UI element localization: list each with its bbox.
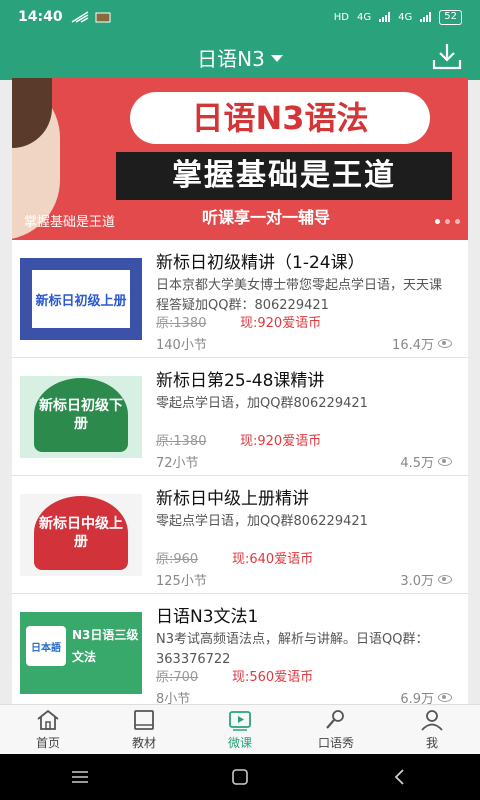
thumb-text: N3日语三级 文法: [72, 628, 139, 664]
course-list: 新标日初级上册 新标日初级精讲（1-24课） 日本京都大学美女博士带您零起点学日…: [12, 240, 468, 704]
view-count: 3.0万: [400, 570, 452, 589]
eye-icon: [438, 457, 452, 466]
course-title: 新标日中级上册精讲: [156, 489, 309, 509]
book-icon: [134, 710, 154, 730]
hd-indicator: HD: [333, 11, 350, 23]
course-desc: 零起点学日语，加QQ群806229421: [156, 514, 368, 529]
course-title: 新标日初级精讲（1-24课）: [156, 253, 365, 273]
view-count-text: 16.4万: [392, 338, 434, 353]
course-thumbnail: 新标日中级上册: [20, 494, 142, 576]
banner-title: 日语N3语法: [130, 92, 430, 144]
eye-icon: [438, 693, 452, 702]
download-icon[interactable]: [430, 40, 464, 74]
level-selector[interactable]: 日语N3: [197, 43, 283, 72]
app-notification-icon: [95, 12, 111, 23]
network-type-2: 4G: [398, 11, 413, 23]
current-price: 现:920爱语币: [240, 316, 322, 331]
current-price: 现:560爱语币: [232, 670, 314, 685]
course-thumbnail: 日本語 N3日语三级 文法: [20, 612, 142, 694]
course-item-1[interactable]: 新标日初级上册 新标日初级精讲（1-24课） 日本京都大学美女博士带您零起点学日…: [12, 240, 468, 358]
app-header: 日语N3: [0, 34, 480, 80]
status-time: 14:40: [18, 9, 63, 25]
network-type-1: 4G: [357, 11, 372, 23]
original-price: 原:1380: [156, 316, 207, 331]
caret-down-icon: [270, 55, 283, 62]
status-bar: 14:40 HD 4G 4G 52: [0, 0, 480, 34]
original-price: 原:700: [156, 670, 199, 685]
thumb-text: 新标日初级下册: [34, 378, 128, 452]
course-thumbnail: 新标日初级上册: [20, 258, 142, 340]
banner-subtitle: 掌握基础是王道: [116, 152, 452, 200]
course-item-4[interactable]: 日本語 N3日语三级 文法 日语N3文法1 N3考试高频语法点，解析与讲解。日语…: [12, 594, 468, 704]
course-title: 新标日第25-48课精讲: [156, 371, 325, 391]
view-count-text: 6.9万: [400, 692, 434, 704]
course-item-3[interactable]: 新标日中级上册 新标日中级上册精讲 零起点学日语，加QQ群806229421 原…: [12, 476, 468, 594]
tab-label: 教材: [131, 736, 156, 750]
course-title: 日语N3文法1: [156, 607, 259, 627]
tab-label: 首页: [35, 736, 60, 750]
thumb-text: 新标日初级上册: [32, 270, 130, 328]
view-count: 4.5万: [400, 452, 452, 471]
signal-icon: [379, 12, 391, 22]
view-count: 16.4万: [392, 334, 452, 353]
thumb-text: 新标日中级上册: [34, 496, 128, 570]
tab-home[interactable]: 首页: [0, 705, 96, 754]
original-price: 原:960: [156, 552, 199, 567]
view-count-text: 4.5万: [400, 456, 434, 471]
tab-me[interactable]: 我: [384, 705, 480, 754]
tab-label: 我: [425, 736, 438, 750]
status-notification-icons: [71, 11, 111, 23]
signal-icon-2: [420, 12, 432, 22]
tab-microlesson[interactable]: 微课: [192, 705, 288, 754]
tab-label: 微课: [227, 736, 252, 750]
current-price: 现:640爱语币: [232, 552, 314, 567]
tab-textbook[interactable]: 教材: [96, 705, 192, 754]
current-price: 现:920爱语币: [240, 434, 322, 449]
original-price: 原:1380: [156, 434, 207, 449]
microphone-icon: [326, 710, 344, 729]
status-right: HD 4G 4G 52: [333, 9, 462, 25]
app-screen: 14:40 HD 4G 4G 52 日语N3 日语N3语法 掌握基础是王道 听课…: [0, 0, 480, 800]
course-item-2[interactable]: 新标日初级下册 新标日第25-48课精讲 零起点学日语，加QQ群80622942…: [12, 358, 468, 476]
banner-tagline: 听课享一对一辅导: [202, 208, 331, 227]
user-icon: [421, 710, 443, 731]
view-count-text: 3.0万: [400, 574, 434, 589]
tab-speaking[interactable]: 口语秀: [288, 705, 384, 754]
bottom-tab-bar: 首页 教材 微课 口语秀 我: [0, 704, 480, 754]
play-icon: [229, 711, 251, 731]
lesson-count: 72小节: [156, 456, 199, 471]
tab-label: 口语秀: [317, 736, 354, 750]
menu-icon[interactable]: [69, 766, 91, 788]
lesson-count: 125小节: [156, 574, 207, 589]
course-desc: N3考试高频语法点，解析与讲解。日语QQ群：363376722: [156, 632, 429, 667]
back-icon[interactable]: [389, 766, 411, 788]
view-count: 6.9万: [400, 688, 452, 704]
course-thumbnail: 新标日初级下册: [20, 376, 142, 458]
eye-icon: [438, 339, 452, 348]
lesson-count: 8小节: [156, 692, 191, 704]
battery-icon: 52: [439, 9, 462, 25]
course-desc: 零起点学日语，加QQ群806229421: [156, 396, 368, 411]
banner-pager: [435, 219, 460, 224]
promo-banner[interactable]: 日语N3语法 掌握基础是王道 听课享一对一辅导 掌握基础是王道: [12, 78, 468, 240]
thumb-logo: 日本語: [26, 626, 66, 666]
banner-caption: 掌握基础是王道: [24, 215, 116, 230]
lesson-count: 140小节: [156, 338, 207, 353]
page-title: 日语N3: [197, 46, 265, 71]
cast-icon: [71, 11, 88, 23]
home-icon: [37, 709, 59, 730]
eye-icon: [438, 575, 452, 584]
system-nav-bar: [0, 754, 480, 800]
course-desc: 日本京都大学美女博士带您零起点学日语，天天课程答疑加QQ群：806229421: [156, 278, 443, 313]
home-square-icon[interactable]: [229, 766, 251, 788]
